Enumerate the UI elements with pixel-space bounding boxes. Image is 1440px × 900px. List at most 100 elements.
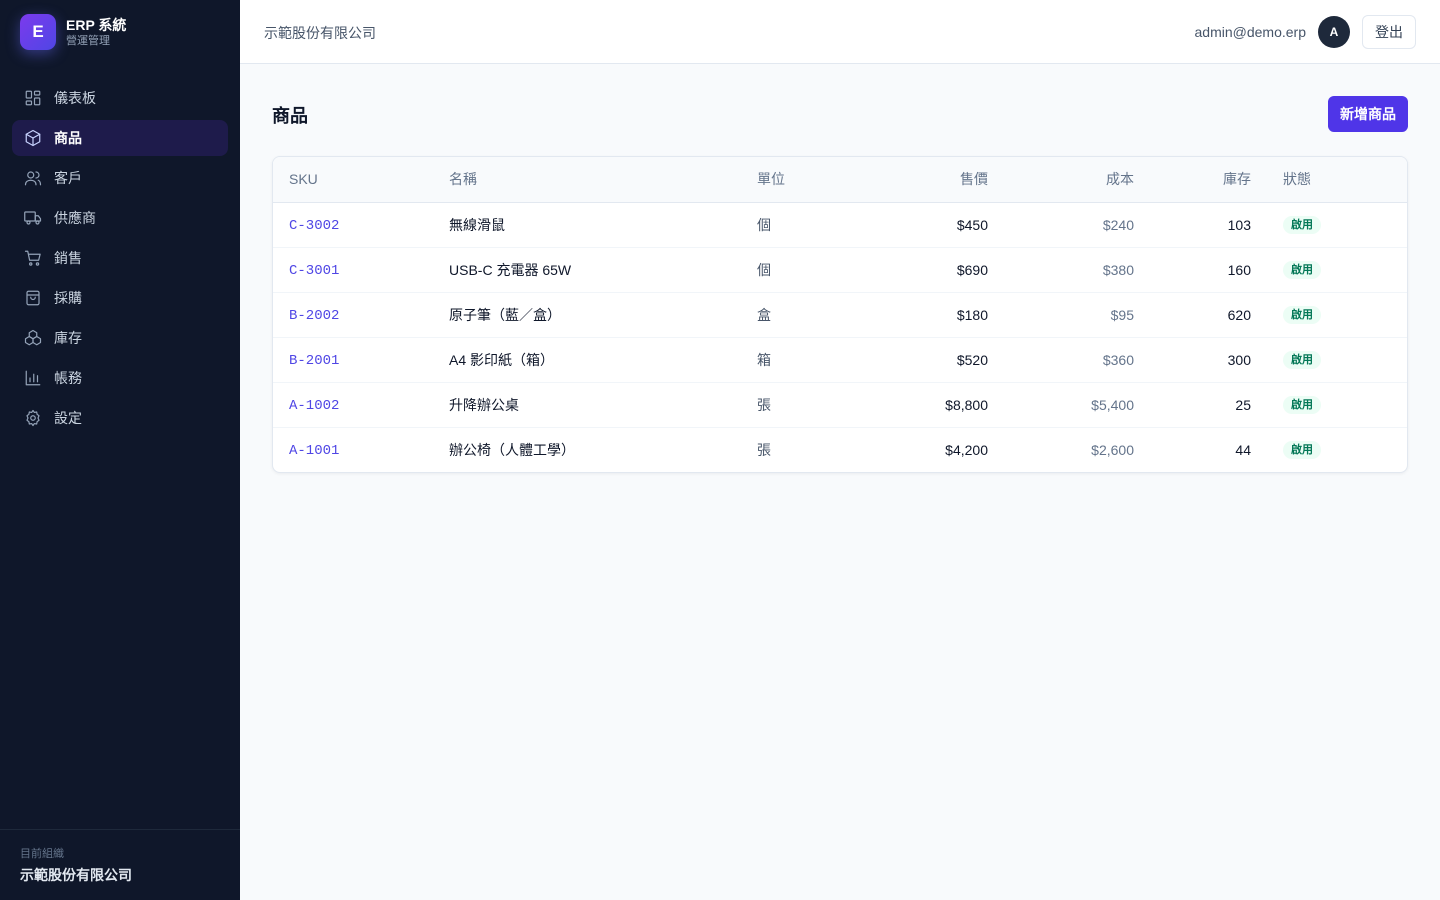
sidebar-item-label: 商品 (54, 130, 82, 146)
sidebar-item-label: 庫存 (54, 330, 82, 346)
truck-icon (24, 211, 42, 225)
topbar: 示範股份有限公司 admin@demo.erp A 登出 (240, 0, 1440, 64)
column-header-sku[interactable]: SKU (273, 157, 449, 203)
chart-icon (25, 370, 41, 386)
gear-icon (26, 409, 40, 427)
product-unit: 張 (757, 382, 853, 428)
product-name: 升降辦公桌 (449, 382, 757, 428)
product-stock: 44 (1235, 441, 1251, 458)
table-row[interactable]: B-2002 原子筆（藍／盒） 盒 $180 $95 620 啟用 (273, 292, 1407, 338)
sku-link[interactable]: C-3001 (289, 263, 339, 279)
sidebar-item-inventory[interactable]: 庫存 (12, 320, 228, 356)
column-header-cost[interactable]: 成本 (988, 157, 1134, 203)
avatar[interactable]: A (1318, 16, 1350, 48)
product-price: $4,200 (945, 441, 988, 458)
table-row[interactable]: C-3001 USB-C 充電器 65W 個 $690 $380 160 啟用 (273, 247, 1407, 293)
table-row[interactable]: B-2001 A4 影印紙（箱） 箱 $520 $360 300 啟用 (273, 337, 1407, 383)
sku-link[interactable]: C-3002 (289, 218, 339, 234)
sidebar-item-purchasing[interactable]: 採購 (12, 280, 228, 316)
sidebar-item-label: 採購 (54, 290, 82, 306)
sku-link[interactable]: B-2001 (289, 353, 339, 369)
current-org: 目前組織 示範股份有限公司 (0, 829, 240, 900)
product-unit: 個 (757, 202, 853, 248)
column-header-name[interactable]: 名稱 (449, 157, 757, 203)
product-unit: 張 (757, 441, 771, 458)
product-stock: 25 (1134, 382, 1251, 428)
sidebar-item-label: 供應商 (54, 210, 96, 226)
table-header-row: SKU 名稱 單位 售價 成本 庫存 狀態 (273, 157, 1407, 203)
product-name: USB-C 充電器 65W (449, 247, 757, 293)
sku-link[interactable]: B-2002 (289, 308, 339, 324)
sidebar-item-accounting[interactable]: 帳務 (12, 360, 228, 396)
brand[interactable]: E ERP 系統 營運管理 (20, 14, 126, 50)
product-unit: 個 (757, 247, 853, 293)
add-product-button[interactable]: 新增商品 (1328, 96, 1408, 132)
brand-logo: E (20, 14, 56, 50)
status-badge: 啟用 (1283, 396, 1321, 414)
status-badge: 啟用 (1283, 441, 1321, 460)
column-header-status[interactable]: 狀態 (1251, 157, 1407, 203)
column-header-price[interactable]: 售價 (853, 157, 988, 203)
table-row[interactable]: A-1001 辦公椅（人體工學） 張 $4,200 $2,600 44 啟用 (273, 427, 1407, 472)
boxes-icon (24, 329, 42, 346)
table-row[interactable]: C-3002 無線滑鼠 個 $450 $240 103 啟用 (273, 202, 1407, 248)
product-cost: $380 (988, 247, 1134, 293)
product-cost: $360 (988, 337, 1134, 383)
status-badge: 啟用 (1283, 261, 1321, 279)
product-stock: 103 (1134, 202, 1251, 248)
sidebar-item-label: 帳務 (54, 370, 82, 386)
product-stock: 160 (1134, 247, 1251, 293)
product-cost: $240 (988, 202, 1134, 248)
product-unit: 箱 (757, 337, 853, 383)
cart-icon (24, 250, 41, 266)
sku-link[interactable]: A-1001 (289, 443, 339, 459)
product-name: 辦公椅（人體工學） (449, 441, 575, 458)
product-price: $180 (853, 292, 988, 338)
product-name: A4 影印紙（箱） (449, 337, 757, 383)
column-header-unit[interactable]: 單位 (757, 157, 853, 203)
status-badge: 啟用 (1283, 351, 1321, 369)
status-badge: 啟用 (1283, 306, 1321, 324)
product-stock: 300 (1134, 337, 1251, 383)
products-table: SKU 名稱 單位 售價 成本 庫存 狀態 C-3002 無線滑鼠 個 $450… (272, 156, 1408, 473)
product-price: $450 (853, 202, 988, 248)
sidebar-item-label: 客戶 (54, 170, 82, 186)
column-header-stock[interactable]: 庫存 (1134, 157, 1251, 203)
sidebar-item-dashboard[interactable]: 儀表板 (12, 80, 228, 116)
product-stock: 620 (1134, 292, 1251, 338)
logout-button[interactable]: 登出 (1362, 15, 1416, 49)
dashboard-icon (25, 90, 41, 106)
org-caption: 目前組織 (20, 848, 64, 860)
sidebar-item-suppliers[interactable]: 供應商 (12, 200, 228, 236)
sidebar: E ERP 系統 營運管理 儀表板 商品 客戶 供應商 銷售 採購 庫存 帳務 … (0, 0, 240, 900)
product-price: $520 (853, 337, 988, 383)
bag-icon (26, 290, 40, 306)
sidebar-item-sales[interactable]: 銷售 (12, 240, 228, 276)
users-icon (24, 171, 42, 186)
table-row[interactable]: A-1002 升降辦公桌 張 $8,800 $5,400 25 啟用 (273, 382, 1407, 428)
sidebar-item-settings[interactable]: 設定 (12, 400, 228, 436)
brand-subtitle: 營運管理 (66, 34, 110, 47)
product-price: $8,800 (853, 382, 988, 428)
product-cost: $5,400 (988, 382, 1134, 428)
product-name: 原子筆（藍／盒） (449, 292, 757, 338)
org-name: 示範股份有限公司 (20, 867, 132, 883)
sku-link[interactable]: A-1002 (289, 398, 339, 414)
company-name: 示範股份有限公司 (264, 25, 376, 41)
brand-title: ERP 系統 (66, 16, 127, 33)
sidebar-item-label: 設定 (54, 410, 82, 426)
sidebar-item-label: 儀表板 (54, 90, 96, 106)
product-price: $690 (853, 247, 988, 293)
product-unit: 盒 (757, 292, 853, 338)
status-badge: 啟用 (1283, 216, 1321, 234)
box-icon (25, 129, 41, 147)
sidebar-item-label: 銷售 (54, 250, 82, 266)
product-cost: $95 (988, 292, 1134, 338)
product-cost: $2,600 (1091, 441, 1134, 458)
sidebar-nav: 儀表板 商品 客戶 供應商 銷售 採購 庫存 帳務 設定 (12, 80, 228, 440)
product-name: 無線滑鼠 (449, 202, 757, 248)
sidebar-item-customers[interactable]: 客戶 (12, 160, 228, 196)
user-email: admin@demo.erp (1194, 24, 1307, 40)
page-title: 商品 (272, 106, 308, 126)
sidebar-item-products[interactable]: 商品 (12, 120, 228, 156)
